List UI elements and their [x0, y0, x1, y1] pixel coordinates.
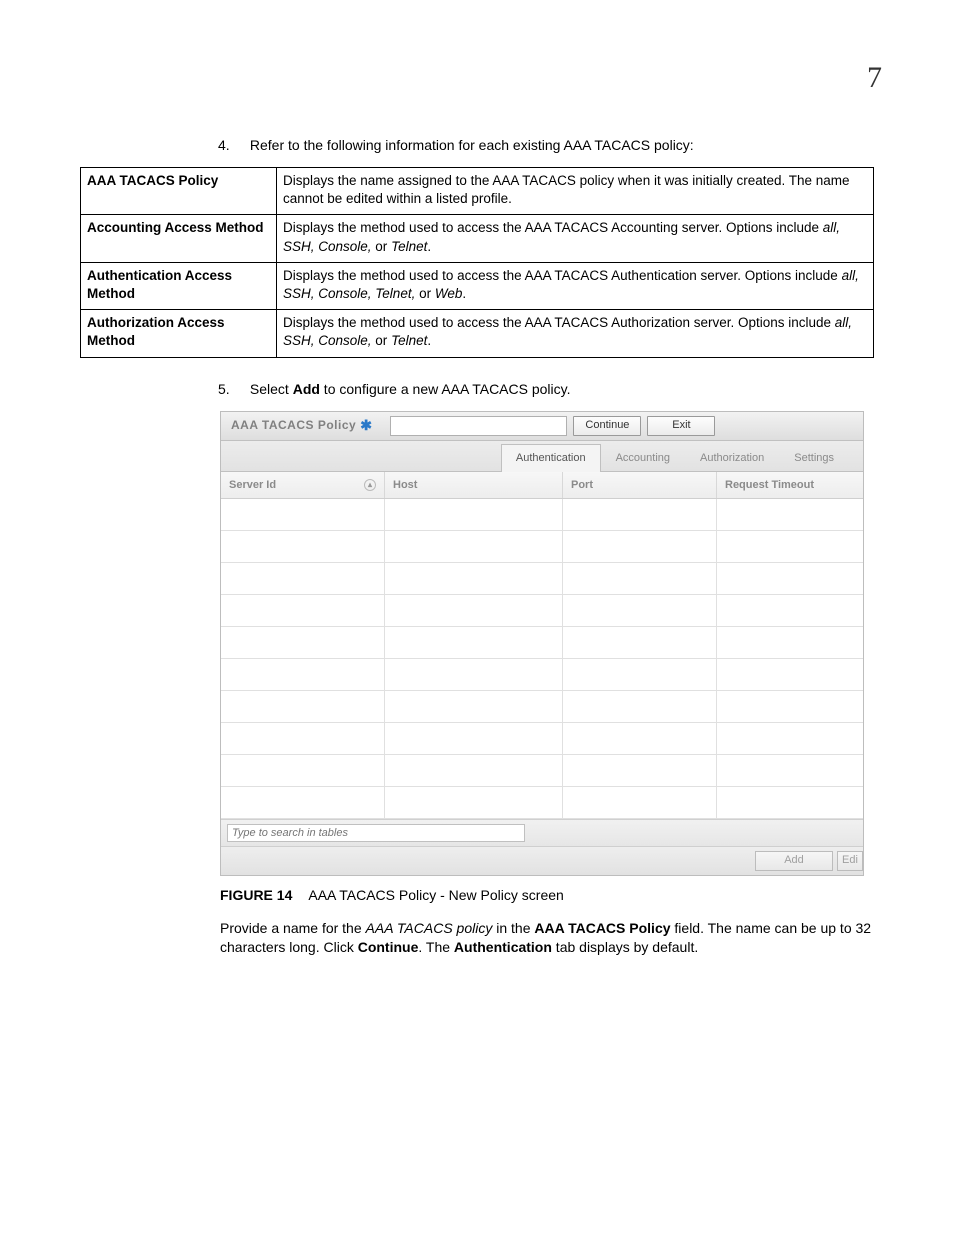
table-row [221, 531, 863, 563]
step-4-text: Refer to the following information for e… [250, 137, 694, 153]
figure-caption: FIGURE 14AAA TACACS Policy - New Policy … [220, 886, 874, 905]
step-5-num: 5. [218, 380, 246, 399]
step-5-text: Select Add to configure a new AAA TACACS… [250, 381, 571, 397]
grid-search-input[interactable] [227, 824, 525, 842]
page-number: 7 [867, 58, 882, 99]
table-row [221, 755, 863, 787]
grid-header: Server Id ▴ Host Port Request Timeout [221, 472, 863, 500]
def-key: AAA TACACS Policy [81, 167, 277, 214]
col-host[interactable]: Host [385, 472, 563, 499]
title-bar: AAA TACACS Policy✱ Continue Exit [221, 412, 863, 441]
step-4-num: 4. [218, 136, 246, 155]
definition-table: AAA TACACS Policy Displays the name assi… [80, 167, 874, 358]
tab-authentication[interactable]: Authentication [501, 444, 601, 472]
def-value: Displays the method used to access the A… [277, 310, 874, 357]
def-value: Displays the method used to access the A… [277, 215, 874, 262]
table-row [221, 723, 863, 755]
table-row: Authorization Access Method Displays the… [81, 310, 874, 357]
table-row: AAA TACACS Policy Displays the name assi… [81, 167, 874, 214]
table-row [221, 499, 863, 531]
tabs: Authentication Accounting Authorization … [221, 441, 863, 472]
body-paragraph: Provide a name for the AAA TACACS policy… [220, 919, 874, 957]
sort-icon[interactable]: ▴ [364, 479, 376, 491]
def-key: Authentication Access Method [81, 262, 277, 309]
tab-settings[interactable]: Settings [779, 444, 849, 472]
col-request-timeout[interactable]: Request Timeout [717, 472, 863, 499]
col-port[interactable]: Port [563, 472, 717, 499]
tab-authorization[interactable]: Authorization [685, 444, 779, 472]
table-row [221, 627, 863, 659]
table-row [221, 659, 863, 691]
aaa-tacacs-policy-dialog: AAA TACACS Policy✱ Continue Exit Authent… [220, 411, 864, 877]
def-value: Displays the name assigned to the AAA TA… [277, 167, 874, 214]
table-row [221, 691, 863, 723]
dialog-title: AAA TACACS Policy✱ [221, 416, 372, 435]
table-row: Accounting Access Method Displays the me… [81, 215, 874, 262]
table-row [221, 563, 863, 595]
col-server-id[interactable]: Server Id ▴ [221, 472, 385, 499]
table-row [221, 595, 863, 627]
tab-accounting[interactable]: Accounting [601, 444, 685, 472]
grid-body [221, 499, 863, 819]
step-4: 4. Refer to the following information fo… [218, 136, 874, 155]
policy-name-input[interactable] [390, 416, 567, 436]
table-row: Authentication Access Method Displays th… [81, 262, 874, 309]
required-star-icon: ✱ [360, 416, 372, 435]
continue-button[interactable]: Continue [573, 416, 641, 436]
edit-button[interactable]: Edi [837, 851, 863, 871]
add-button[interactable]: Add [755, 851, 833, 871]
step-5: 5. Select Add to configure a new AAA TAC… [218, 380, 874, 399]
table-row [221, 787, 863, 819]
grid-footer: Add Edi [221, 846, 863, 875]
def-key: Authorization Access Method [81, 310, 277, 357]
exit-button[interactable]: Exit [647, 416, 715, 436]
grid-search-bar [221, 819, 863, 846]
def-key: Accounting Access Method [81, 215, 277, 262]
def-value: Displays the method used to access the A… [277, 262, 874, 309]
